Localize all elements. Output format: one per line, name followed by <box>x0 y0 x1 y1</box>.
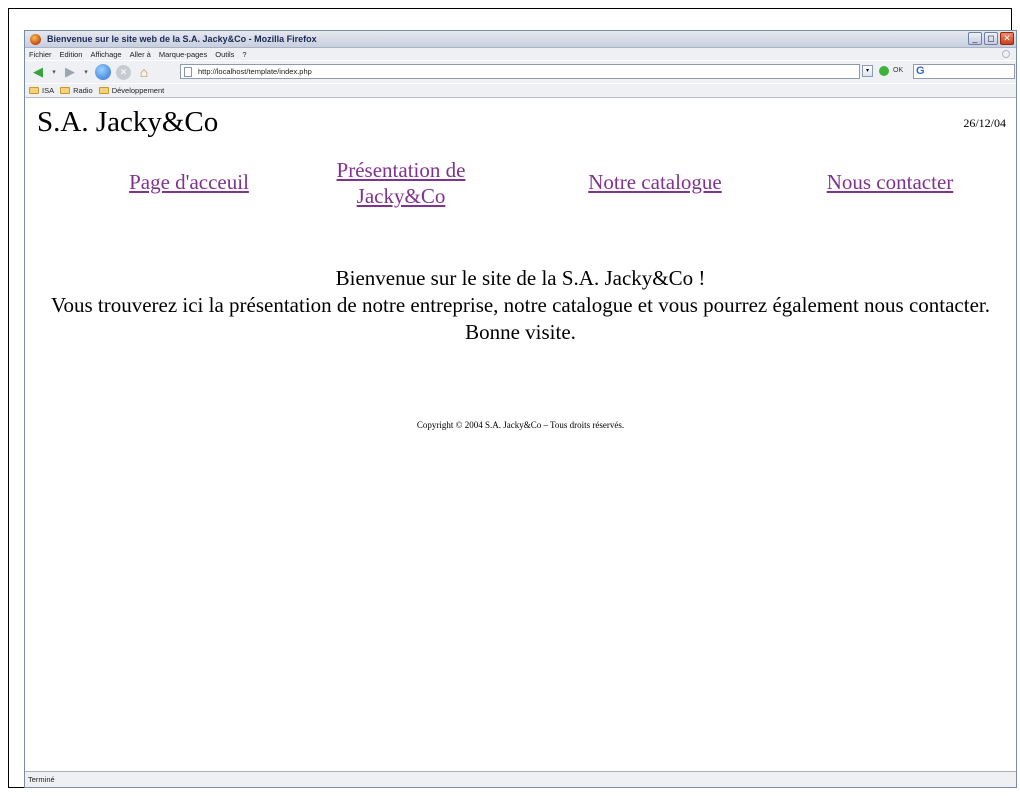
status-bar: Terminé <box>25 771 1016 787</box>
minimize-button[interactable]: _ <box>968 32 982 45</box>
address-bar[interactable]: http://localhost/template/index.php <box>180 64 860 79</box>
copyright-footer: Copyright © 2004 S.A. Jacky&Co – Tous dr… <box>416 420 625 430</box>
nav-link-catalogue[interactable]: Notre catalogue <box>555 169 755 195</box>
nav-link-contact[interactable]: Nous contacter <box>790 169 990 195</box>
window-title: Bienvenue sur le site web de la S.A. Jac… <box>47 34 317 44</box>
forward-arrow-icon[interactable]: ▶ <box>61 64 79 80</box>
menu-help[interactable]: ? <box>242 50 246 59</box>
go-icon[interactable] <box>879 66 889 76</box>
menu-marque-pages[interactable]: Marque-pages <box>159 50 207 59</box>
welcome-line: Vous trouverez ici la présentation de no… <box>50 293 990 317</box>
nav-link-home[interactable]: Page d'acceuil <box>89 169 289 195</box>
nav-link-presentation[interactable]: Présentation de Jacky&Co <box>295 157 507 209</box>
back-arrow-icon[interactable]: ◀ <box>29 64 47 80</box>
window-controls: _ ◻ ✕ <box>968 32 1014 45</box>
browser-window: Bienvenue sur le site web de la S.A. Jac… <box>24 30 1017 788</box>
menu-bar: Fichier Edition Affichage Aller à Marque… <box>25 48 1016 60</box>
welcome-line: Bonne visite. <box>465 320 576 344</box>
page-icon <box>184 66 192 77</box>
menu-aller-a[interactable]: Aller à <box>130 50 151 59</box>
folder-icon <box>98 87 109 94</box>
bookmarks-toolbar: ISA Radio Développement <box>25 84 1016 98</box>
stop-icon[interactable]: ✕ <box>116 64 131 80</box>
forward-dropdown-icon[interactable]: ▾ <box>83 64 89 80</box>
maximize-button[interactable]: ◻ <box>984 32 998 45</box>
close-button[interactable]: ✕ <box>1000 32 1014 45</box>
welcome-message: Bienvenue sur le site de la S.A. Jacky&C… <box>25 265 1016 346</box>
bookmark-label: Radio <box>73 86 93 95</box>
folder-icon <box>60 87 71 94</box>
firefox-icon <box>30 33 41 45</box>
bookmark-label: ISA <box>42 86 55 95</box>
go-button[interactable]: OK <box>893 67 903 74</box>
menu-affichage[interactable]: Affichage <box>90 50 121 59</box>
page-date: 26/12/04 <box>963 116 1006 130</box>
google-search-icon: G <box>916 65 925 77</box>
search-input[interactable]: G <box>913 64 1015 79</box>
welcome-line: Bienvenue sur le site de la S.A. Jacky&C… <box>335 266 706 290</box>
site-title: S.A. Jacky&Co <box>37 106 219 138</box>
page-content: S.A. Jacky&Co 26/12/04 Page d'acceuil Pr… <box>25 98 1016 771</box>
bookmark-radio[interactable]: Radio <box>60 86 93 95</box>
throbber-icon <box>1002 50 1010 58</box>
bookmark-developpement[interactable]: Développement <box>98 86 165 95</box>
status-text: Terminé <box>28 775 55 784</box>
bookmark-label: Développement <box>111 86 165 95</box>
reload-icon[interactable] <box>95 64 111 80</box>
url-dropdown-button[interactable]: ▾ <box>862 65 873 77</box>
home-icon[interactable]: ⌂ <box>136 64 152 80</box>
back-dropdown-icon[interactable]: ▾ <box>51 64 57 80</box>
bookmark-isa[interactable]: ISA <box>29 86 54 95</box>
folder-icon <box>29 87 39 94</box>
title-bar: Bienvenue sur le site web de la S.A. Jac… <box>25 31 1016 48</box>
menu-fichier[interactable]: Fichier <box>29 50 52 59</box>
menu-outils[interactable]: Outils <box>215 50 234 59</box>
url-text[interactable]: http://localhost/template/index.php <box>198 67 312 76</box>
menu-edition[interactable]: Edition <box>60 50 83 59</box>
